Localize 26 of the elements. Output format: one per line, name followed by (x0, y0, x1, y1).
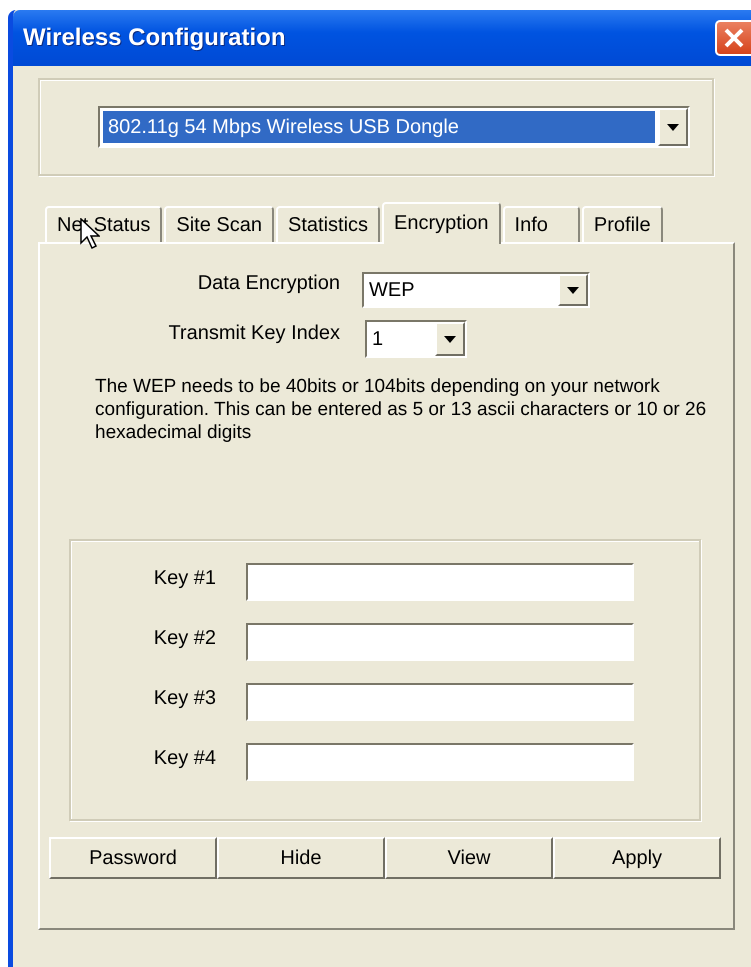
key-field[interactable] (246, 623, 634, 662)
action-button[interactable]: View (385, 837, 553, 880)
tab[interactable]: Profile (582, 206, 663, 242)
action-button[interactable]: Hide (217, 837, 385, 880)
close-icon (723, 27, 745, 49)
key-label: Key #1 (152, 566, 216, 590)
field-label: Transmit Key Index (167, 322, 340, 344)
close-button[interactable] (715, 20, 751, 56)
key-label: Key #2 (152, 626, 216, 650)
window-title: Wireless Configuration (22, 24, 286, 52)
help-text: The WEP needs to be 40bits or 104bits depending on your network configuration. This can be entered as 5 or 13 ascii characters or 10 or 26 hexadecimal digits (95, 376, 708, 444)
tab[interactable]: Site Scan (164, 206, 274, 242)
key-field[interactable] (246, 743, 634, 782)
key-label: Key #3 (152, 686, 216, 710)
key-label: Key #4 (152, 746, 216, 770)
key-field[interactable] (246, 563, 634, 602)
tab[interactable]: Encryption (382, 202, 501, 244)
action-button[interactable]: Apply (553, 837, 721, 880)
tab[interactable]: Statistics (276, 206, 380, 242)
field-label: Data Encryption (196, 272, 340, 294)
key-field[interactable] (246, 683, 634, 722)
action-button[interactable]: Password (49, 837, 217, 880)
key-index-dropdown[interactable]: 1 (365, 320, 467, 358)
adapter-dropdown[interactable]: 802.11g 54 Mbps Wireless USB Dongle (98, 106, 690, 148)
tab[interactable]: Info (502, 206, 580, 242)
encryption-dropdown[interactable]: WEP (362, 272, 590, 308)
